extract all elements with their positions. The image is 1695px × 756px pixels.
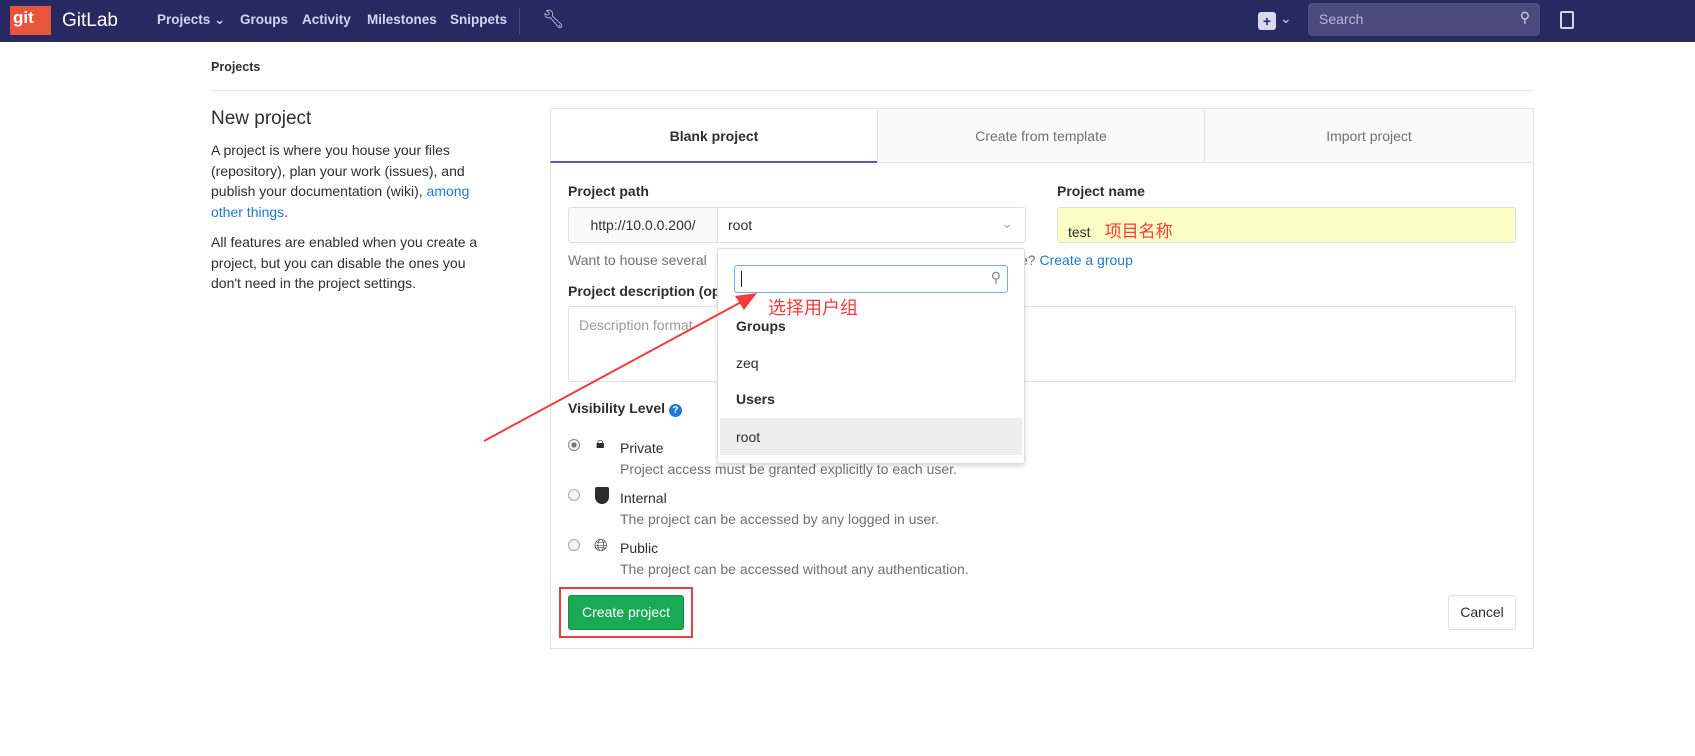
arrow-head	[735, 293, 757, 310]
arrow-line	[483, 299, 746, 442]
annotation-arrow	[483, 293, 757, 442]
